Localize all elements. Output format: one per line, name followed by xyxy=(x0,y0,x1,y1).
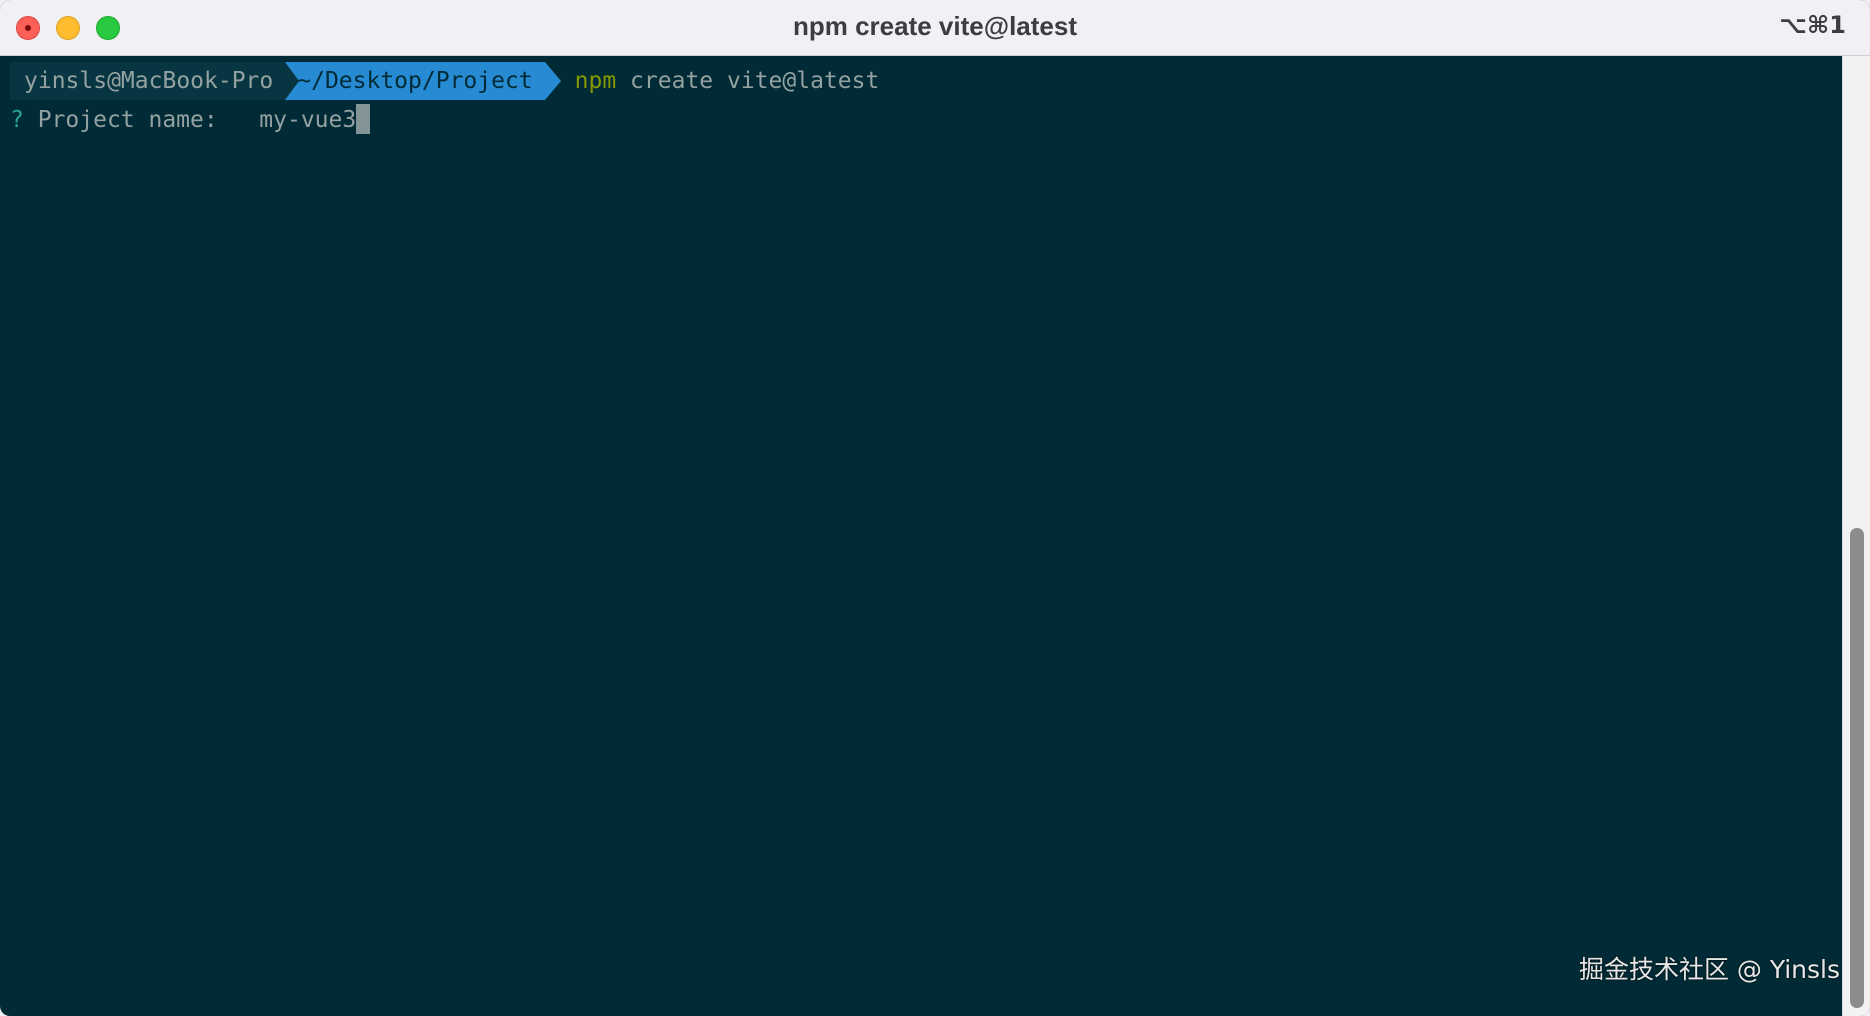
scrollbar-thumb[interactable] xyxy=(1850,528,1864,1008)
window-title: npm create vite@latest xyxy=(792,11,1078,41)
title-bar: npm create vite@latest ⌥⌘1 xyxy=(0,0,1870,56)
prompt-path: ~/Desktop/Project xyxy=(285,62,545,100)
watermark: 掘金技术社区 @ Yinsls xyxy=(1578,955,1840,984)
project-name-input[interactable]: my-vue3 xyxy=(259,107,356,133)
prompt-path-arrow-icon xyxy=(544,62,561,100)
command-args: create vite@latest xyxy=(616,68,880,94)
tab-shortcut: ⌥⌘1 xyxy=(1779,11,1846,39)
command-program: npm xyxy=(574,68,617,94)
question-line[interactable]: ? Project name: my-vue3 xyxy=(10,101,371,139)
prompt-user-host: yinsls@MacBook-Pro xyxy=(10,62,286,100)
question-mark: ? xyxy=(10,107,24,133)
scrollbar[interactable] xyxy=(1842,56,1870,1016)
terminal-window: npm create vite@latest ⌥⌘1 yinsls@MacBoo… xyxy=(0,0,1870,1016)
terminal-content[interactable]: yinsls@MacBook-Pro ~/Desktop/Project npm c… xyxy=(0,56,1842,1016)
text-cursor xyxy=(356,103,371,134)
prompt-separator-icon xyxy=(285,62,300,100)
question-label: Project name: xyxy=(23,107,232,133)
prompt-line: yinsls@MacBook-Pro ~/Desktop/Project npm c… xyxy=(10,62,879,100)
